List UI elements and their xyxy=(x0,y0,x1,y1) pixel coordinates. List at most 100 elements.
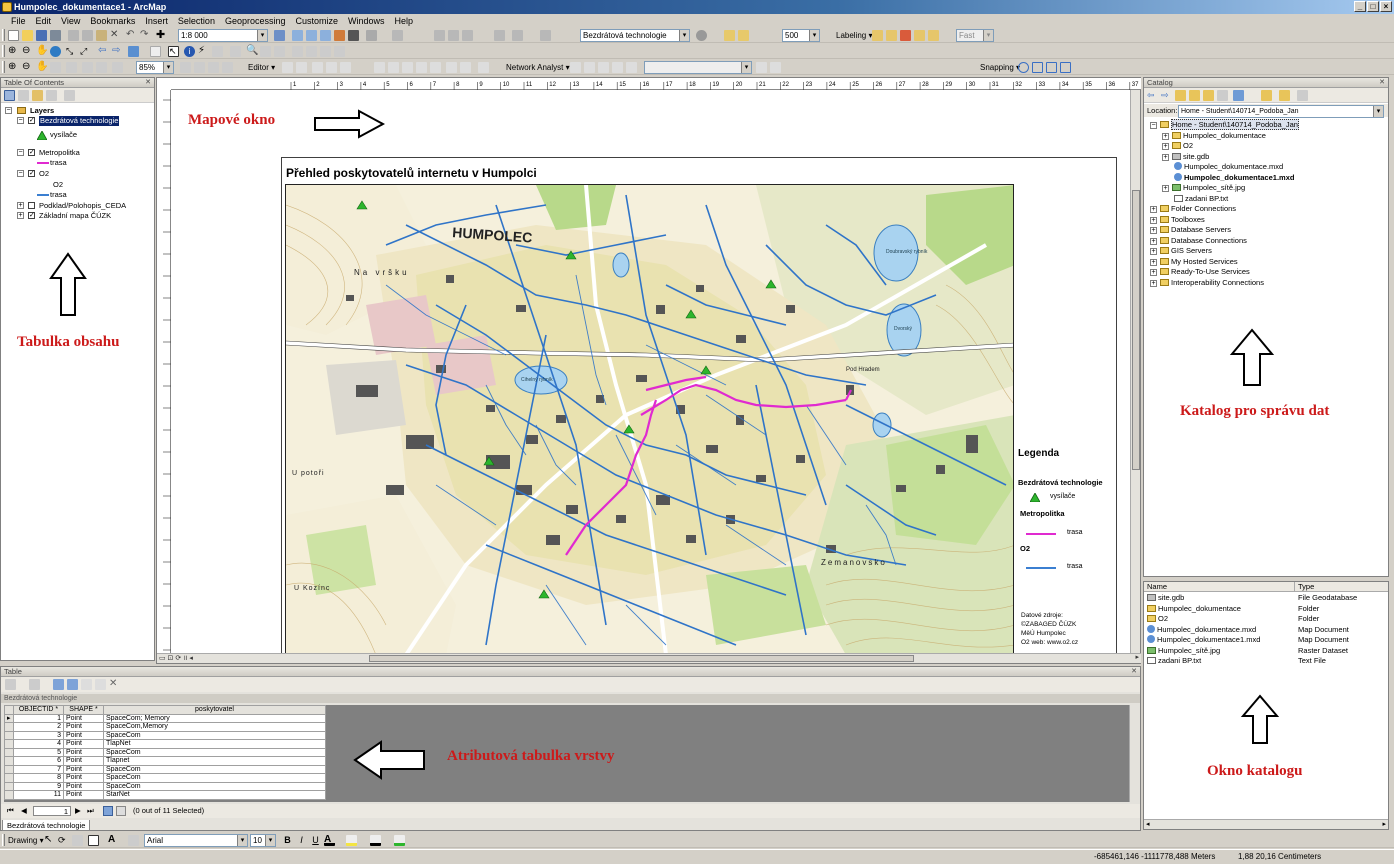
identify-icon[interactable]: i xyxy=(184,46,195,57)
new-document-icon[interactable] xyxy=(8,30,19,41)
catalog-tree-item[interactable]: zadani BP.txt xyxy=(1162,194,1228,204)
marker-color-icon[interactable] xyxy=(394,835,405,846)
back-icon[interactable]: ⇦ xyxy=(98,46,109,57)
list-by-selection-icon[interactable] xyxy=(46,90,57,101)
search-window-icon[interactable] xyxy=(320,30,331,41)
expand-toggle[interactable]: + xyxy=(1150,227,1157,234)
table-cell[interactable]: 7 xyxy=(13,764,64,774)
catalog-tree-item[interactable]: Humpolec_dokumentace.mxd xyxy=(1162,162,1283,172)
zoom-100-icon[interactable] xyxy=(66,62,77,73)
catalog-forward-icon[interactable]: ⇨ xyxy=(1161,90,1172,101)
layer-select[interactable]: Bezdrátová technologie xyxy=(580,29,690,42)
layout-back-icon[interactable] xyxy=(112,62,123,73)
table-row[interactable]: 7 Point SpaceCom xyxy=(4,764,326,774)
toc-options-icon[interactable] xyxy=(64,90,75,101)
find-route-icon[interactable] xyxy=(260,46,271,57)
menu-selection[interactable]: Selection xyxy=(173,14,220,28)
map-scale-select[interactable]: 1:8 000 xyxy=(178,29,268,42)
table-row[interactable]: 8 Point SpaceCom xyxy=(4,773,326,783)
fixed-zoom-out-icon[interactable]: ⤢ xyxy=(80,46,91,57)
table-row[interactable]: 5 Point SpaceCom xyxy=(4,747,326,757)
add-data-icon[interactable]: ✚ xyxy=(156,30,167,41)
advanced-edit-icon[interactable] xyxy=(494,30,505,41)
underline-button[interactable]: U xyxy=(310,835,321,846)
full-extent-icon[interactable] xyxy=(50,46,61,57)
table-cell[interactable]: 5 xyxy=(13,747,64,757)
end-point-arc-icon[interactable] xyxy=(326,62,337,73)
catalog-connect-folder-icon[interactable] xyxy=(1203,90,1214,101)
create-features-icon[interactable] xyxy=(478,62,489,73)
catalog-tree-item[interactable]: + Ready-To-Use Services xyxy=(1150,267,1250,277)
table-cell[interactable]: SpaceCom; Memory xyxy=(103,713,326,723)
catalog-options-icon[interactable] xyxy=(1279,90,1290,101)
label-quality-select[interactable]: Fast xyxy=(956,29,994,42)
select-network-icon[interactable] xyxy=(598,62,609,73)
hyperlink-icon[interactable]: ⚡ xyxy=(198,46,209,57)
table-cell[interactable]: Point xyxy=(63,773,104,783)
catalog-home-icon[interactable] xyxy=(1189,90,1200,101)
redo-icon[interactable]: ↷ xyxy=(140,30,151,41)
menu-customize[interactable]: Customize xyxy=(291,14,344,28)
list-by-visibility-icon[interactable] xyxy=(32,90,43,101)
minimize-button[interactable]: _ xyxy=(1354,1,1366,12)
network-analyst-menu[interactable]: Network Analyst ▾ xyxy=(506,61,570,74)
font-color-icon[interactable]: A xyxy=(324,835,335,846)
catalog-tree-item[interactable]: + My Hosted Services xyxy=(1150,257,1238,267)
toc-window-icon[interactable] xyxy=(292,30,303,41)
table-cell[interactable]: Point xyxy=(63,739,104,749)
table-cell[interactable]: Point xyxy=(63,747,104,757)
parcel-icon[interactable] xyxy=(540,30,551,41)
rotate-icon[interactable] xyxy=(430,62,441,73)
table-cell[interactable]: TlapNet xyxy=(103,739,326,749)
topology2-icon[interactable] xyxy=(448,30,459,41)
col-poskytovatel[interactable]: poskytovatel xyxy=(103,705,326,715)
clear-selection-icon[interactable] xyxy=(150,46,161,57)
table-cell[interactable]: SpaceCom xyxy=(103,781,326,791)
layout-zoom-select[interactable]: 85% xyxy=(136,61,174,74)
line-color-icon[interactable] xyxy=(370,835,381,846)
table-options-icon[interactable] xyxy=(5,679,16,690)
arctoolbox-icon[interactable] xyxy=(334,30,345,41)
table-cell[interactable]: SpaceCom xyxy=(103,730,326,740)
select-features-icon[interactable] xyxy=(128,46,139,57)
row-selector[interactable] xyxy=(4,764,14,774)
edit-vertices-icon[interactable] xyxy=(374,62,385,73)
catalog-back-icon[interactable]: ⇦ xyxy=(1147,90,1158,101)
col-shape[interactable]: SHAPE * xyxy=(63,705,104,715)
next-record-icon[interactable]: ▶ xyxy=(75,804,81,818)
location-select[interactable]: Home - Student\140714_Podoba_Jan xyxy=(1178,105,1384,118)
forward-icon[interactable]: ⇨ xyxy=(112,46,123,57)
show-all-records-icon[interactable] xyxy=(103,806,113,816)
italic-button[interactable]: I xyxy=(296,835,307,846)
network-analyst-window-icon[interactable] xyxy=(570,62,581,73)
table-cell[interactable]: 8 xyxy=(13,773,64,783)
fill-color-icon[interactable] xyxy=(346,835,357,846)
delete-selected-icon[interactable]: ✕ xyxy=(109,679,120,690)
table-cell[interactable]: Point xyxy=(63,790,104,800)
go-to-xy-icon[interactable] xyxy=(274,46,285,57)
cut-polygons-icon[interactable] xyxy=(402,62,413,73)
paste-icon[interactable] xyxy=(96,30,107,41)
trace-icon[interactable] xyxy=(340,62,351,73)
zoom-to-selected-icon[interactable] xyxy=(95,679,106,690)
table-cell[interactable]: StarNet xyxy=(103,790,326,800)
table-cell[interactable]: 9 xyxy=(13,781,64,791)
table-row[interactable]: 9 Point SpaceCom xyxy=(4,781,326,791)
menu-windows[interactable]: Windows xyxy=(343,14,390,28)
table-row[interactable]: 4 Point TlapNet xyxy=(4,739,326,749)
table-cell[interactable]: 3 xyxy=(13,730,64,740)
menu-help[interactable]: Help xyxy=(390,14,419,28)
first-record-icon[interactable]: ⏮ xyxy=(7,804,14,818)
catalog-tree-item[interactable]: + O2 xyxy=(1162,141,1193,151)
menu-geoprocessing[interactable]: Geoprocessing xyxy=(220,14,291,28)
zoom-to-elements-icon[interactable] xyxy=(72,835,83,846)
row-selector[interactable] xyxy=(4,739,14,749)
graph-icon[interactable] xyxy=(320,46,331,57)
col-type[interactable]: Type xyxy=(1294,582,1314,592)
catalog-list-row[interactable]: Humpolec_dokumentace1.mxd Map Document xyxy=(1147,635,1387,645)
catalog-up-icon[interactable] xyxy=(1175,90,1186,101)
menu-insert[interactable]: Insert xyxy=(140,14,173,28)
row-selector[interactable] xyxy=(4,773,14,783)
python-window-icon[interactable] xyxy=(348,30,359,41)
print-icon[interactable] xyxy=(50,30,61,41)
